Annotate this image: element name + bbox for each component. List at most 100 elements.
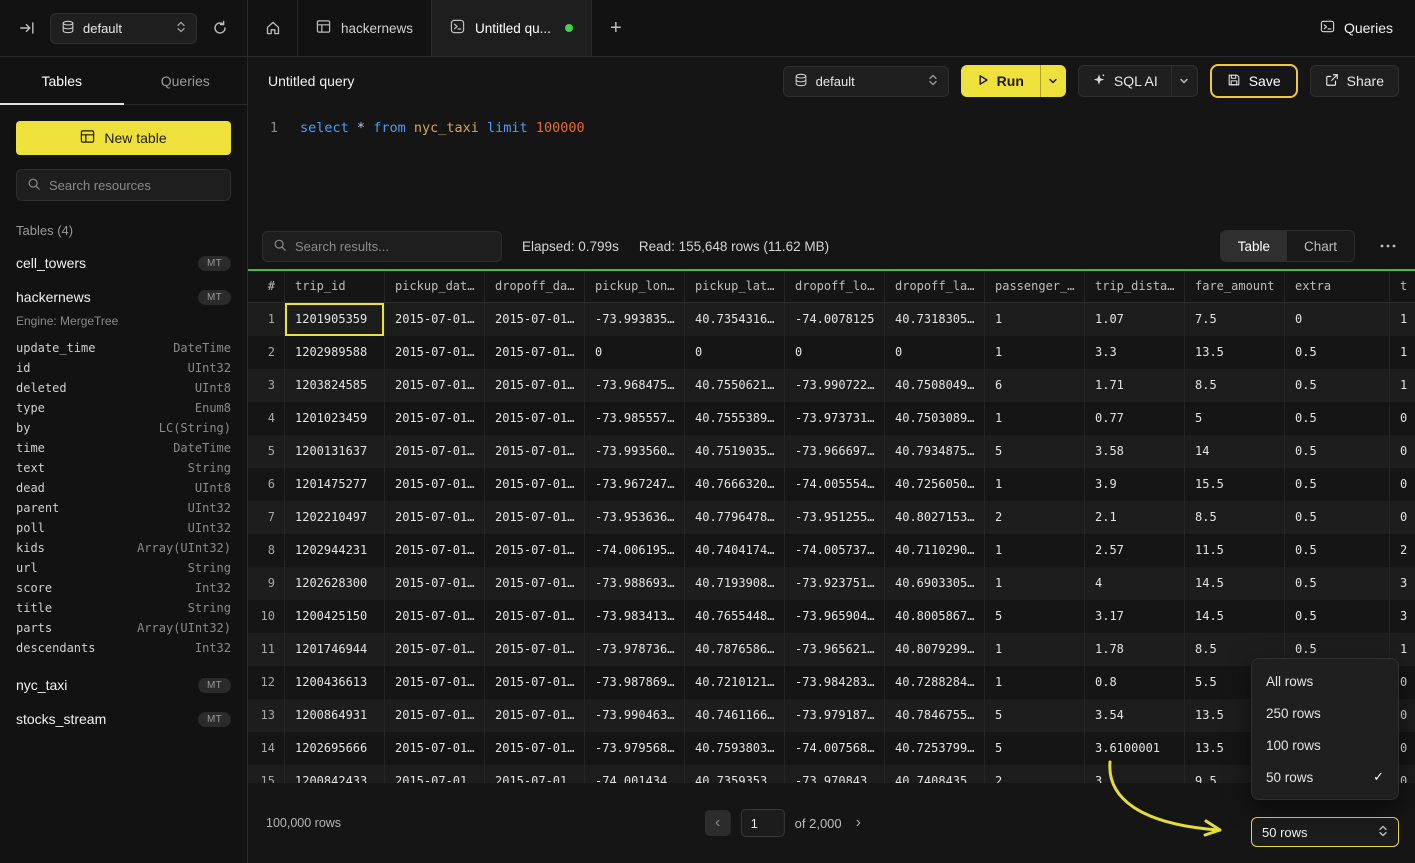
column-header-pickup-dat[interactable]: pickup_dat… <box>385 271 485 302</box>
table-cell[interactable]: 13.5 <box>1185 336 1285 369</box>
table-cell[interactable]: 2015-07-01… <box>485 369 585 402</box>
table-cell[interactable]: 0 <box>1390 468 1415 501</box>
table-cell[interactable]: 40.8005867… <box>885 600 985 633</box>
table-cell[interactable]: -73.965621… <box>785 633 885 666</box>
table-cell[interactable]: 0.5 <box>1285 369 1390 402</box>
table-cell[interactable]: 2015-07-01… <box>485 534 585 567</box>
table-cell[interactable]: 3.17 <box>1085 600 1185 633</box>
table-cell[interactable]: 0.5 <box>1285 600 1390 633</box>
table-cell[interactable]: 0 <box>785 336 885 369</box>
table-cell[interactable]: 40.7256050… <box>885 468 985 501</box>
table-cell[interactable]: 40.7354316… <box>685 303 785 336</box>
table-cell[interactable]: 1201905359 <box>285 303 385 336</box>
table-cell[interactable]: 0.5 <box>1285 534 1390 567</box>
table-cell[interactable]: 1201023459 <box>285 402 385 435</box>
table-cell[interactable]: -74.005554… <box>785 468 885 501</box>
table-cell[interactable]: 40.8027153… <box>885 501 985 534</box>
table-cell[interactable]: 2015-07-01… <box>485 501 585 534</box>
table-cell[interactable]: -73.985557… <box>585 402 685 435</box>
table-cell[interactable]: 1200864931 <box>285 699 385 732</box>
table-cell[interactable]: 2015-07-01… <box>485 402 585 435</box>
run-button[interactable]: Run <box>961 65 1040 97</box>
search-results-input[interactable] <box>295 239 491 254</box>
table-cell[interactable]: 40.7318305… <box>885 303 985 336</box>
table-cell[interactable]: 1 <box>985 303 1085 336</box>
table-cell[interactable]: 2015-07-01… <box>385 435 485 468</box>
table-cell[interactable]: 8.5 <box>1185 501 1285 534</box>
sidebar-table-cell-towers[interactable]: cell_towersMT <box>16 246 231 280</box>
table-cell[interactable]: 40.8079299… <box>885 633 985 666</box>
table-cell[interactable]: 3.6100001 <box>1085 732 1185 765</box>
table-cell[interactable]: 5 <box>985 435 1085 468</box>
table-cell[interactable]: 40.7253799… <box>885 732 985 765</box>
next-page-button[interactable]: › <box>852 814 865 832</box>
rows-per-page-select[interactable]: 50 rows <box>1251 817 1399 847</box>
sidebar-tab-tables[interactable]: Tables <box>0 57 124 104</box>
table-cell[interactable]: 40.7408435… <box>885 765 985 783</box>
prev-page-button[interactable]: ‹ <box>705 810 731 836</box>
table-cell[interactable]: 5 <box>985 600 1085 633</box>
table-cell[interactable]: 40.7550621… <box>685 369 785 402</box>
table-cell[interactable]: 2015-07-01… <box>385 765 485 783</box>
table-cell[interactable]: 1 <box>985 666 1085 699</box>
table-cell[interactable]: 5 <box>985 699 1085 732</box>
table-cell[interactable]: 6 <box>985 369 1085 402</box>
table-cell[interactable]: 2015-07-01… <box>485 633 585 666</box>
table-cell[interactable]: 40.7404174… <box>685 534 785 567</box>
table-cell[interactable]: 3 <box>1085 765 1185 783</box>
table-cell[interactable]: 2015-07-01… <box>485 435 585 468</box>
table-cell[interactable]: -73.970843… <box>785 765 885 783</box>
table-cell[interactable]: 4 <box>1085 567 1185 600</box>
sidebar-table-nyc-taxi[interactable]: nyc_taxiMT <box>16 668 231 702</box>
table-cell[interactable]: 2015-07-01… <box>385 468 485 501</box>
table-cell[interactable]: -73.923751… <box>785 567 885 600</box>
share-button[interactable]: Share <box>1310 65 1399 97</box>
table-cell[interactable]: 0.8 <box>1085 666 1185 699</box>
table-cell[interactable]: 0.5 <box>1285 336 1390 369</box>
table-cell[interactable]: 1 <box>985 402 1085 435</box>
table-cell[interactable]: 1202628300 <box>285 567 385 600</box>
table-cell[interactable]: 2015-07-01… <box>485 567 585 600</box>
table-cell[interactable]: 40.7876586… <box>685 633 785 666</box>
table-cell[interactable]: 8.5 <box>1185 369 1285 402</box>
table-cell[interactable]: 2015-07-01… <box>385 369 485 402</box>
table-cell[interactable]: 3 <box>1390 600 1415 633</box>
table-cell[interactable]: 1202695666 <box>285 732 385 765</box>
table-cell[interactable]: 14.5 <box>1185 600 1285 633</box>
table-cell[interactable]: -73.993560… <box>585 435 685 468</box>
table-cell[interactable]: 40.7359353… <box>685 765 785 783</box>
table-cell[interactable]: 1 <box>985 468 1085 501</box>
table-cell[interactable]: 2015-07-01… <box>385 567 485 600</box>
column-header-rownum[interactable]: # <box>248 271 285 302</box>
rows-menu-item-50-rows[interactable]: 50 rows✓ <box>1252 761 1398 793</box>
table-cell[interactable]: 1203824585 <box>285 369 385 402</box>
home-button[interactable] <box>248 0 298 56</box>
table-cell[interactable]: -73.984283… <box>785 666 885 699</box>
table-cell[interactable]: 1 <box>1390 369 1415 402</box>
table-cell[interactable]: -73.953636… <box>585 501 685 534</box>
column-header-pickup-lon[interactable]: pickup_lon… <box>585 271 685 302</box>
table-cell[interactable]: -73.966697… <box>785 435 885 468</box>
table-cell[interactable]: -73.983413… <box>585 600 685 633</box>
table-cell[interactable]: 0 <box>1390 402 1415 435</box>
table-cell[interactable]: -73.993835… <box>585 303 685 336</box>
table-cell[interactable]: 2015-07-01… <box>485 336 585 369</box>
table-cell[interactable]: 0.5 <box>1285 501 1390 534</box>
new-table-button[interactable]: New table <box>16 121 231 155</box>
table-cell[interactable]: 3.9 <box>1085 468 1185 501</box>
table-cell[interactable]: 1 <box>985 534 1085 567</box>
table-cell[interactable]: 1200436613 <box>285 666 385 699</box>
rows-menu-item-all-rows[interactable]: All rows <box>1252 665 1398 697</box>
table-cell[interactable]: 40.7555389… <box>685 402 785 435</box>
table-cell[interactable]: 2015-07-01… <box>485 600 585 633</box>
tab-untitled-qu[interactable]: Untitled qu... <box>432 0 592 56</box>
table-cell[interactable]: -73.990463… <box>585 699 685 732</box>
column-header-pickup-lat[interactable]: pickup_lat… <box>685 271 785 302</box>
table-cell[interactable]: 1.71 <box>1085 369 1185 402</box>
table-cell[interactable]: 2015-07-01… <box>385 666 485 699</box>
table-cell[interactable]: 2015-07-01… <box>385 534 485 567</box>
table-cell[interactable]: 15.5 <box>1185 468 1285 501</box>
table-cell[interactable]: -73.987869… <box>585 666 685 699</box>
column-header-extra[interactable]: extra <box>1285 271 1390 302</box>
sql-ai-button[interactable]: SQL AI <box>1079 66 1171 96</box>
